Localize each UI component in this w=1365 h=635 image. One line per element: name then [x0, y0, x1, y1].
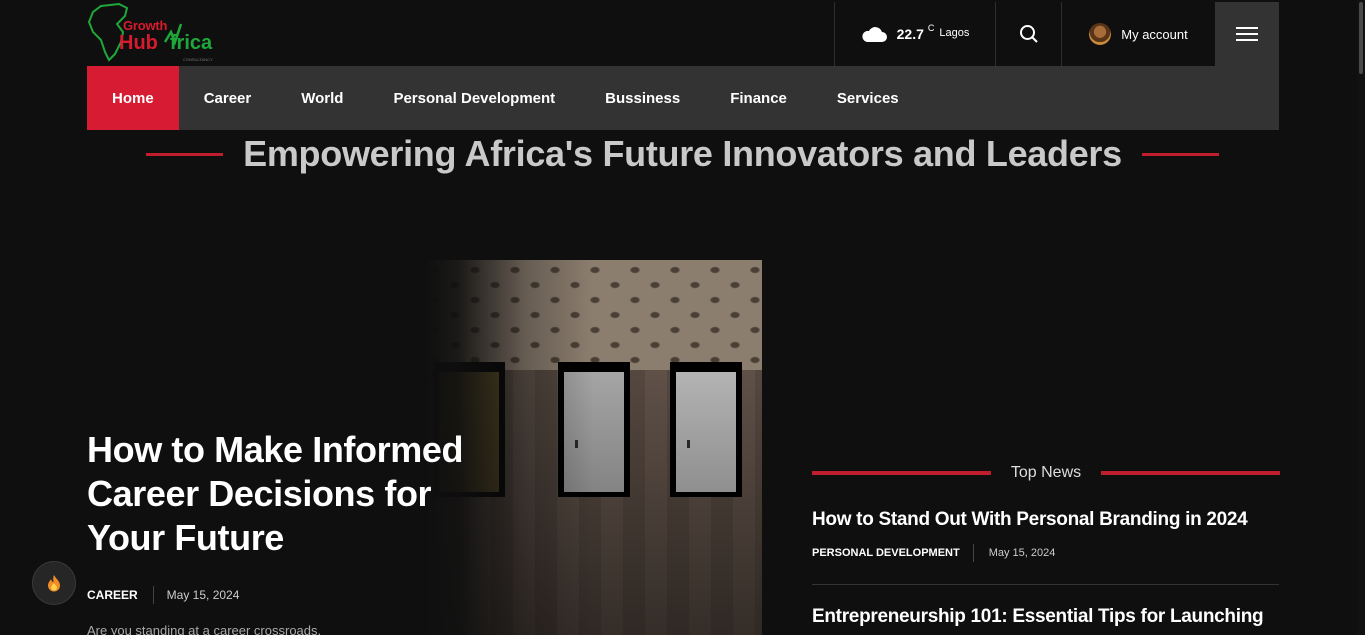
- top-news-heading: Top News: [1010, 464, 1082, 481]
- tagline-block: Empowering Africa's Future Innovators an…: [146, 130, 1219, 178]
- nav-item-career[interactable]: Career: [179, 66, 277, 130]
- weather-widget: 22.7 C Lagos: [834, 2, 995, 66]
- avatar: [1089, 23, 1112, 45]
- top-news-item-title[interactable]: Entrepreneurship 101: Essential Tips for…: [812, 606, 1279, 628]
- logo-main-text: Hub frica: [119, 32, 212, 55]
- page-tagline: Empowering Africa's Future Innovators an…: [243, 133, 1122, 174]
- nav-item-world[interactable]: World: [276, 66, 368, 130]
- logo-africa-text: frica: [169, 32, 213, 54]
- main-nav: Home Career World Personal Development B…: [87, 66, 1279, 130]
- top-news-item-title[interactable]: How to Stand Out With Personal Branding …: [812, 509, 1279, 531]
- trending-button[interactable]: [32, 561, 76, 605]
- weather-temp: 22.7: [896, 26, 924, 42]
- my-account-label: My account: [1121, 26, 1188, 42]
- header-tools: 22.7 C Lagos My account: [834, 2, 1279, 66]
- top-news-item-date: May 15, 2024: [988, 547, 1056, 559]
- top-news-heading-block: Top News: [812, 462, 1280, 484]
- menu-button[interactable]: [1215, 2, 1279, 66]
- meta-separator: [152, 586, 154, 604]
- search-icon: [1019, 25, 1038, 43]
- featured-article-title[interactable]: How to Make Informed Career Decisions fo…: [87, 428, 507, 560]
- scrollbar-thumb[interactable]: [1359, 2, 1363, 74]
- featured-excerpt: Are you standing at a career crossroads,: [87, 623, 322, 635]
- featured-category-link[interactable]: CAREER: [87, 588, 138, 602]
- meta-separator: [972, 544, 974, 562]
- cloud-icon: [862, 27, 887, 42]
- tagline-divider-right: [1141, 152, 1219, 156]
- featured-date: May 15, 2024: [166, 588, 240, 602]
- top-news-divider: [812, 584, 1279, 585]
- page-scrollbar[interactable]: [1357, 0, 1365, 635]
- top-news-item: Entrepreneurship 101: Essential Tips for…: [812, 606, 1279, 628]
- top-news-item-meta: PERSONAL DEVELOPMENT May 15, 2024: [812, 544, 1279, 562]
- top-news-item: How to Stand Out With Personal Branding …: [812, 509, 1279, 562]
- tagline-divider-left: [146, 152, 224, 156]
- top-news-divider-right: [1101, 471, 1280, 475]
- site-logo[interactable]: Growth Hub frica CONSULTANCY: [87, 2, 232, 64]
- weather-unit: C: [927, 23, 935, 33]
- top-news-item-category[interactable]: PERSONAL DEVELOPMENT: [812, 547, 960, 559]
- site-header: Growth Hub frica CONSULTANCY 22.7 C Lagos…: [87, 0, 1279, 66]
- logo-hub-text: Hub: [119, 32, 158, 54]
- hamburger-icon: [1236, 27, 1258, 41]
- my-account-button[interactable]: My account: [1061, 2, 1215, 66]
- fire-icon: [48, 575, 60, 592]
- search-button[interactable]: [995, 2, 1061, 66]
- nav-item-finance[interactable]: Finance: [705, 66, 812, 130]
- top-news-divider-left: [812, 471, 991, 475]
- weather-city: Lagos: [939, 27, 970, 39]
- nav-item-home[interactable]: Home: [87, 66, 179, 130]
- logo-subtext: CONSULTANCY: [183, 57, 213, 62]
- nav-item-personal-development[interactable]: Personal Development: [368, 66, 580, 130]
- nav-item-bussiness[interactable]: Bussiness: [580, 66, 705, 130]
- nav-item-services[interactable]: Services: [812, 66, 924, 130]
- logo-growth-text: Growth: [123, 18, 168, 33]
- featured-article-meta: CAREER May 15, 2024: [87, 586, 239, 604]
